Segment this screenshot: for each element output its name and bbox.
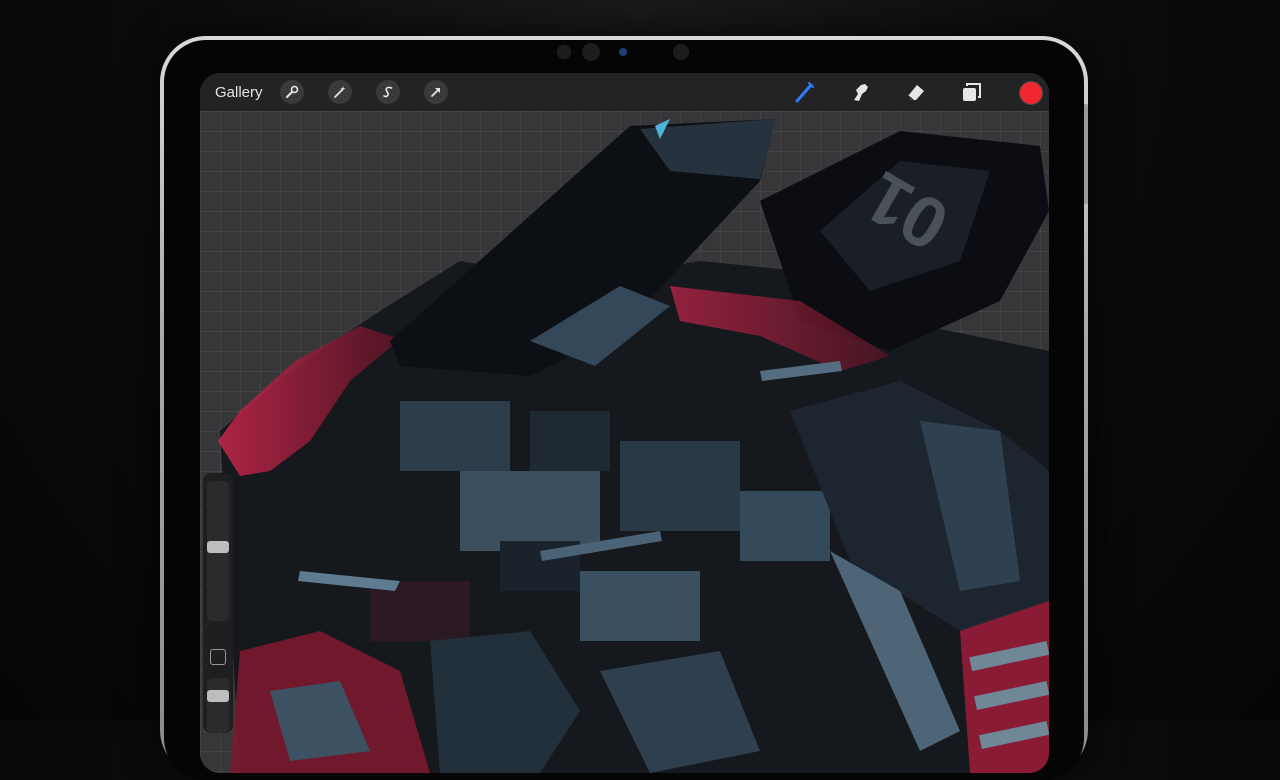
camera-sensor xyxy=(673,44,689,60)
robot-artwork: 01 xyxy=(218,119,1049,773)
adjustments-button[interactable] xyxy=(328,80,352,104)
top-toolbar: Gallery xyxy=(200,73,1049,111)
color-picker-button[interactable] xyxy=(1019,81,1043,105)
opacity-slider[interactable] xyxy=(207,678,229,733)
brush-size-slider[interactable] xyxy=(207,481,229,621)
eraser-button[interactable] xyxy=(901,77,931,107)
actions-button[interactable] xyxy=(280,80,304,104)
wrench-icon xyxy=(286,85,299,98)
brush-button[interactable] xyxy=(789,77,819,107)
procreate-screen: Gallery 01 xyxy=(200,73,1049,773)
selection-s-icon xyxy=(383,86,393,98)
ipad-side-button xyxy=(1084,104,1088,204)
selection-button[interactable] xyxy=(376,80,400,104)
smudge-finger-icon xyxy=(854,84,868,101)
brush-size-thumb[interactable] xyxy=(207,541,229,553)
camera-lens xyxy=(582,43,600,61)
arrow-cursor-icon xyxy=(431,88,440,97)
magic-wand-icon xyxy=(334,86,346,98)
transform-button[interactable] xyxy=(424,80,448,104)
opacity-thumb[interactable] xyxy=(207,690,229,702)
brush-icon xyxy=(795,82,814,103)
smudge-button[interactable] xyxy=(845,77,875,107)
layers-button[interactable] xyxy=(957,77,987,107)
left-sidebar xyxy=(203,473,233,733)
drawing-canvas[interactable]: 01 xyxy=(200,111,1049,773)
modify-button[interactable] xyxy=(210,649,226,665)
eraser-icon xyxy=(907,85,924,101)
gallery-button[interactable]: Gallery xyxy=(215,84,263,101)
face-id-dot xyxy=(619,48,627,56)
camera-sensor xyxy=(557,45,571,59)
layers-icon xyxy=(963,83,981,101)
